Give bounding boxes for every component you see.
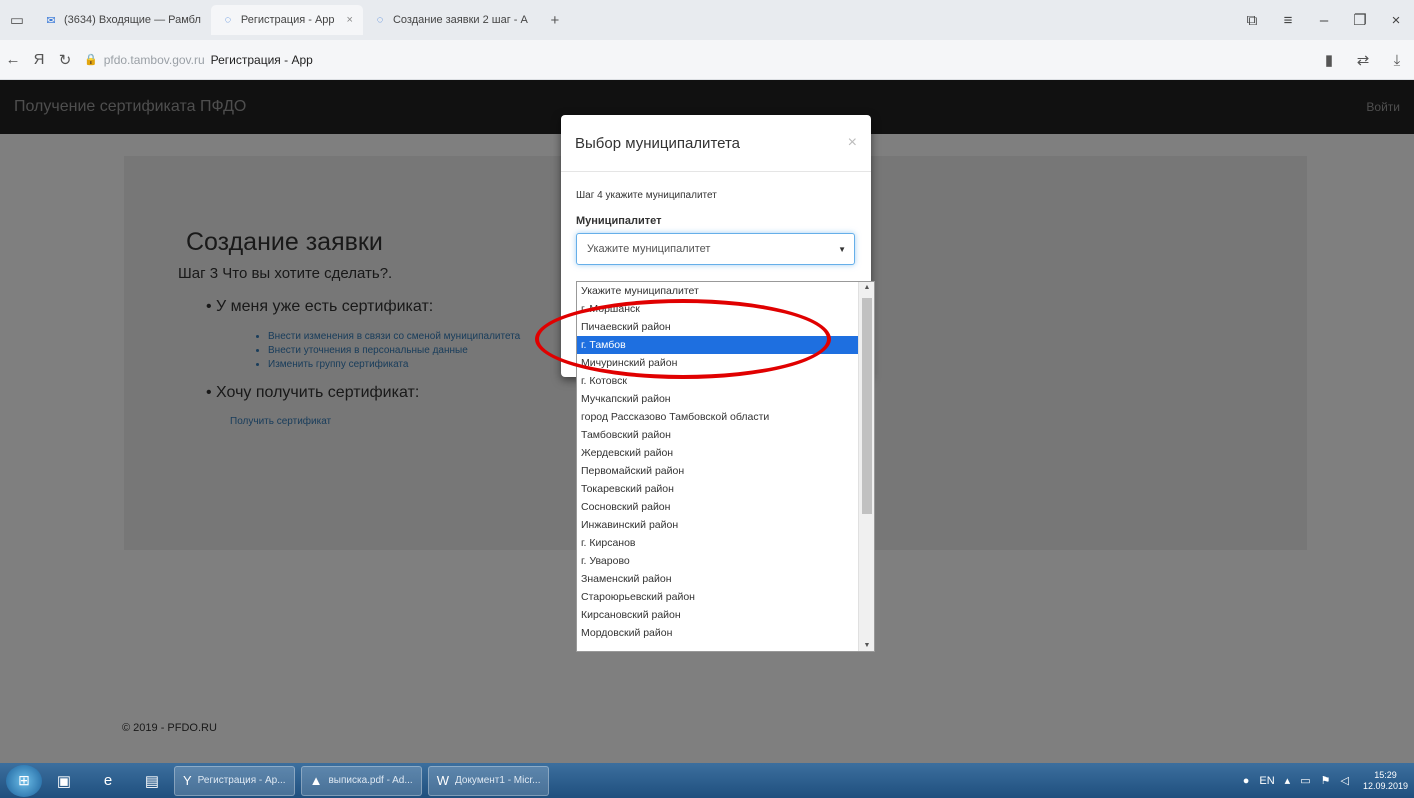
- tray-expand-icon[interactable]: ▴: [1285, 774, 1291, 787]
- dropdown-option[interactable]: Кирсановский район: [577, 606, 874, 624]
- reload-icon[interactable]: ↻: [52, 51, 78, 69]
- alice-icon[interactable]: ●: [1243, 775, 1250, 787]
- taskbar-item-word[interactable]: W Документ1 - Micr...: [427, 765, 550, 796]
- language-indicator[interactable]: EN: [1259, 775, 1274, 787]
- tabs-overview-icon[interactable]: ▭: [0, 11, 34, 29]
- dropdown-option[interactable]: Укажите муниципалитет: [577, 282, 874, 300]
- modal-step-text: Шаг 4 укажите муниципалитет: [576, 190, 717, 201]
- url-field[interactable]: 🔒 pfdo.tambov.gov.ru Регистрация - App: [84, 53, 313, 67]
- task-label: выписка.pdf - Ad...: [328, 775, 413, 786]
- browser-tab-strip: ▭ ✉ (3634) Входящие — Рамбл ◌ Регистраци…: [0, 0, 1414, 40]
- close-window-icon[interactable]: ×: [1378, 12, 1414, 29]
- explorer-icon[interactable]: ▤: [130, 765, 174, 797]
- lock-icon: 🔒: [84, 54, 98, 66]
- url-page-title: Регистрация - App: [210, 52, 313, 67]
- dropdown-option[interactable]: г. Уварово: [577, 552, 874, 570]
- dropdown-option[interactable]: Инжавинский район: [577, 516, 874, 534]
- clock-time: 15:29: [1374, 769, 1397, 780]
- minimize-icon[interactable]: –: [1306, 12, 1342, 29]
- scroll-up-icon[interactable]: ▲: [859, 284, 874, 291]
- modal-body: Шаг 4 укажите муниципалитет Муниципалите…: [561, 172, 871, 283]
- menu-icon[interactable]: ≡: [1270, 12, 1306, 29]
- close-icon[interactable]: ×: [848, 134, 857, 152]
- scroll-down-icon[interactable]: ▼: [859, 642, 874, 649]
- pdf-icon: ▲: [309, 773, 323, 788]
- yandex-logo[interactable]: Я: [26, 51, 52, 68]
- annotation-highlight-ellipse: [535, 299, 831, 379]
- chevron-down-icon: ▼: [838, 244, 846, 254]
- task-label: Документ1 - Micr...: [455, 775, 541, 786]
- dropdown-scrollbar[interactable]: ▲ ▼: [858, 282, 874, 651]
- close-tab-icon[interactable]: ×: [347, 14, 353, 26]
- flag-icon[interactable]: ⚑: [1321, 774, 1331, 787]
- dropdown-option[interactable]: Знаменский район: [577, 570, 874, 588]
- address-bar-actions: ▮ ⇄ ⤓: [1312, 40, 1414, 80]
- collections-icon[interactable]: ⧉: [1234, 12, 1270, 29]
- tab-label: Создание заявки 2 шаг - А: [392, 14, 528, 26]
- modal-header: Выбор муниципалитета ×: [561, 115, 871, 172]
- task-label: Регистрация - Ap...: [197, 775, 286, 786]
- word-icon: W: [436, 773, 449, 788]
- select-value: Укажите муниципалитет: [587, 243, 711, 255]
- browser-tab-application[interactable]: ◌ Создание заявки 2 шаг - А: [363, 5, 538, 35]
- bookmark-icon[interactable]: ▮: [1312, 51, 1346, 69]
- dropdown-option[interactable]: Мордовский район: [577, 624, 874, 642]
- scrollbar-thumb[interactable]: [862, 298, 872, 514]
- paint-icon[interactable]: ▣: [42, 765, 86, 797]
- dropdown-option[interactable]: Токаревский район: [577, 480, 874, 498]
- url-host: pfdo.tambov.gov.ru: [103, 52, 205, 67]
- tab-label: (3634) Входящие — Рамбл: [64, 14, 201, 26]
- back-icon[interactable]: ←: [0, 51, 26, 68]
- restore-icon[interactable]: ❐: [1342, 11, 1378, 29]
- clock-date: 12.09.2019: [1362, 780, 1408, 791]
- system-tray: ● EN ▴ ▭ ⚑ ◁ 15:29 12.09.2019: [1233, 763, 1408, 798]
- dropdown-option[interactable]: Сосновский район: [577, 498, 874, 516]
- translate-icon[interactable]: ⇄: [1346, 51, 1380, 69]
- municipality-select[interactable]: Укажите муниципалитет ▼: [576, 233, 855, 265]
- dropdown-option[interactable]: Мучкапский район: [577, 390, 874, 408]
- taskbar-item-browser[interactable]: Y Регистрация - Ap...: [174, 765, 295, 796]
- clock[interactable]: 15:29 12.09.2019: [1363, 770, 1408, 792]
- yandex-icon: Y: [183, 773, 192, 788]
- tab-label: Регистрация - App: [240, 14, 335, 26]
- dropdown-option[interactable]: г. Кирсанов: [577, 534, 874, 552]
- ie-icon[interactable]: e: [86, 765, 130, 797]
- windows-taskbar: ⊞ ▣ e ▤ Y Регистрация - Ap... ▲ выписка.…: [0, 763, 1414, 798]
- dropdown-option[interactable]: Жердевский район: [577, 444, 874, 462]
- volume-icon[interactable]: ◁: [1340, 774, 1348, 787]
- page-icon: ◌: [224, 14, 232, 26]
- taskbar-item-pdf[interactable]: ▲ выписка.pdf - Ad...: [300, 765, 422, 796]
- page-icon: ◌: [376, 14, 384, 26]
- window-controls: ⧉ ≡ – ❐ ×: [1234, 0, 1414, 40]
- download-icon[interactable]: ⤓: [1380, 52, 1414, 69]
- municipality-label: Муниципалитет: [576, 215, 662, 227]
- network-icon[interactable]: ▭: [1300, 774, 1310, 787]
- browser-tab-registration[interactable]: ◌ Регистрация - App ×: [210, 5, 363, 35]
- dropdown-option[interactable]: Староюрьевский район: [577, 588, 874, 606]
- dropdown-option[interactable]: Первомайский район: [577, 462, 874, 480]
- address-bar: ← Я ↻ 🔒 pfdo.tambov.gov.ru Регистрация -…: [0, 40, 1414, 80]
- browser-tab-mail[interactable]: ✉ (3634) Входящие — Рамбл: [34, 5, 211, 35]
- new-tab-button[interactable]: +: [538, 12, 572, 29]
- dropdown-option[interactable]: Тамбовский район: [577, 426, 874, 444]
- dropdown-option[interactable]: город Рассказово Тамбовской области: [577, 408, 874, 426]
- mail-icon: ✉: [46, 14, 56, 27]
- start-button[interactable]: ⊞: [6, 764, 42, 797]
- modal-title: Выбор муниципалитета: [575, 134, 741, 152]
